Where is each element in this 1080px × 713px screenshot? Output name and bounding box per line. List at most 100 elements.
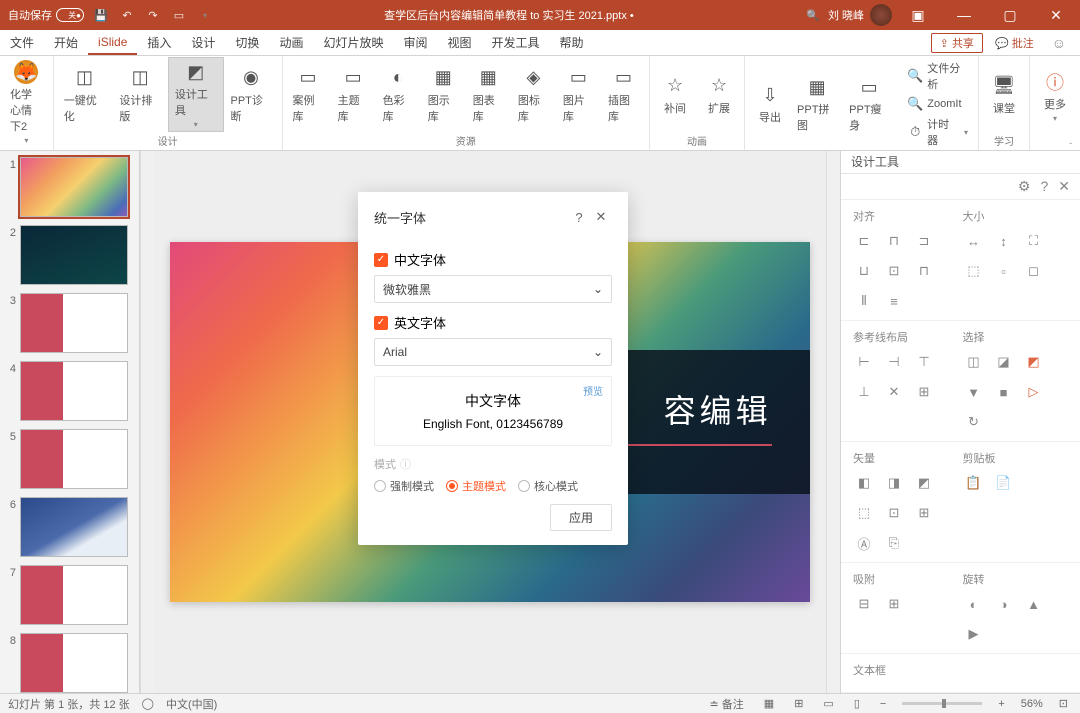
size-w-icon[interactable]: ↔ [963, 230, 985, 252]
cn-font-combo[interactable]: 微软雅黑⌄ [374, 275, 612, 303]
slideshow-icon[interactable]: ▭ [170, 6, 188, 24]
slide-thumb-8[interactable] [20, 633, 128, 693]
align-left-icon[interactable]: ⊏ [853, 230, 875, 252]
minimize-icon[interactable]: — [944, 0, 984, 30]
主题库-button[interactable]: ▭主题库 [332, 64, 375, 126]
close-panel-icon[interactable]: ✕ [1058, 178, 1070, 195]
sel-1-icon[interactable]: ◫ [963, 351, 985, 373]
案例库-button[interactable]: ▭案例库 [287, 64, 330, 126]
dialog-close-icon[interactable]: ✕ [590, 206, 612, 228]
tab-设计[interactable]: 设计 [181, 30, 225, 55]
cn-font-checkbox-row[interactable]: ✓ 中文字体 [374, 250, 612, 269]
guide-1-icon[interactable]: ⊢ [853, 351, 875, 373]
tab-开发工具[interactable]: 开发工具 [482, 30, 550, 55]
tab-切换[interactable]: 切换 [225, 30, 269, 55]
dist-h-icon[interactable]: ⦀ [853, 290, 875, 312]
save-icon[interactable]: 💾 [92, 6, 110, 24]
redo-icon[interactable]: ↷ [144, 6, 162, 24]
计时器-button[interactable]: ⏱计时器 ▾ [901, 114, 974, 150]
ribbon-mode-icon[interactable]: ▣ [898, 0, 938, 30]
图标库-button[interactable]: ◈图标库 [512, 64, 555, 126]
guide-2-icon[interactable]: ⊣ [883, 351, 905, 373]
tab-审阅[interactable]: 审阅 [393, 30, 437, 55]
feedback-icon[interactable]: ☺ [1046, 35, 1072, 51]
tab-开始[interactable]: 开始 [44, 30, 88, 55]
align-right-icon[interactable]: ⊐ [913, 230, 935, 252]
size-h-icon[interactable]: ↕ [993, 230, 1015, 252]
tab-文件[interactable]: 文件 [0, 30, 44, 55]
sel-3-icon[interactable]: ◩ [1023, 351, 1045, 373]
vec-3-icon[interactable]: ◩ [913, 472, 935, 494]
色彩库-button[interactable]: ◐色彩库 [377, 64, 420, 126]
align-middle-icon[interactable]: ⊡ [883, 260, 905, 282]
图示库-button[interactable]: ▦图示库 [422, 64, 465, 126]
guide-5-icon[interactable]: ✕ [883, 381, 905, 403]
slide-thumb-4[interactable] [20, 361, 128, 421]
thumbnail-panel[interactable]: 123456789 [0, 151, 140, 693]
sorter-view-icon[interactable]: ⊞ [790, 697, 807, 710]
vec-2-icon[interactable]: ◨ [883, 472, 905, 494]
vec-8-icon[interactable]: ⎘ [883, 532, 905, 554]
slideshow-view-icon[interactable]: ▯ [850, 697, 864, 710]
tab-视图[interactable]: 视图 [437, 30, 481, 55]
设计工具-button[interactable]: ◩设计工具▾ [168, 57, 224, 132]
dist-v-icon[interactable]: ≡ [883, 290, 905, 312]
图片库-button[interactable]: ▭图片库 [557, 64, 600, 126]
rot-1-icon[interactable]: ◐ [963, 593, 985, 615]
more-button[interactable]: ⓘ更多▾ [1034, 68, 1076, 125]
reading-view-icon[interactable]: ▭ [819, 697, 837, 710]
guide-4-icon[interactable]: ⊥ [853, 381, 875, 403]
rot-4-icon[interactable]: ▶ [963, 623, 985, 645]
slide-thumb-2[interactable] [20, 225, 128, 285]
settings-icon[interactable]: ⚙ [1018, 178, 1031, 195]
PPT拼图-button[interactable]: ▦PPT拼图 [791, 73, 843, 135]
图表库-button[interactable]: ▦图表库 [467, 64, 510, 126]
align-center-icon[interactable]: ⊓ [883, 230, 905, 252]
slide-thumb-6[interactable] [20, 497, 128, 557]
size-fit-icon[interactable]: ◻ [1023, 260, 1045, 282]
rot-2-icon[interactable]: ◑ [993, 593, 1015, 615]
search-icon[interactable]: 🔍 [804, 6, 822, 24]
tab-帮助[interactable]: 帮助 [550, 30, 594, 55]
mode-radio-1[interactable]: 主题模式 [446, 478, 506, 494]
tab-动画[interactable]: 动画 [269, 30, 313, 55]
slide-thumb-1[interactable] [20, 157, 128, 217]
扩展-button[interactable]: ☆扩展 [698, 72, 740, 118]
guide-3-icon[interactable]: ⊤ [913, 351, 935, 373]
设计排版-button[interactable]: ◫设计排版 [113, 64, 167, 126]
vec-6-icon[interactable]: ⊞ [913, 502, 935, 524]
文件分析-button[interactable]: 🔍文件分析 [901, 58, 974, 94]
ZoomIt-button[interactable]: 🔍ZoomIt [901, 94, 974, 114]
notes-button[interactable]: ≐ 备注 [706, 696, 748, 712]
mode-radio-0[interactable]: 强制模式 [374, 478, 434, 494]
zoom-in-icon[interactable]: + [994, 698, 1008, 710]
PPT瘦身-button[interactable]: ▭PPT瘦身 [843, 73, 895, 135]
slide-thumb-3[interactable] [20, 293, 128, 353]
qat-more-icon[interactable]: ▾ [196, 6, 214, 24]
maximize-icon[interactable]: ▢ [990, 0, 1030, 30]
sel-4-icon[interactable]: ▼ [963, 381, 985, 403]
size-both-icon[interactable]: ⛶ [1023, 230, 1045, 252]
autosave-toggle[interactable]: 关● [56, 8, 84, 22]
vec-4-icon[interactable]: ⬚ [853, 502, 875, 524]
normal-view-icon[interactable]: ▦ [760, 697, 778, 710]
slide-thumb-7[interactable] [20, 565, 128, 625]
size-dec-icon[interactable]: ▫ [993, 260, 1015, 282]
插图库-button[interactable]: ▭插图库 [602, 64, 645, 126]
thumb-scrollbar[interactable] [140, 151, 154, 693]
sel-5-icon[interactable]: ■ [993, 381, 1015, 403]
help-icon[interactable]: ? [1040, 178, 1048, 194]
size-inc-icon[interactable]: ⬚ [963, 260, 985, 282]
language-label[interactable]: 中文(中国) [166, 696, 217, 712]
tab-幻灯片放映[interactable]: 幻灯片放映 [313, 30, 393, 55]
sel-7-icon[interactable]: ↻ [963, 411, 985, 433]
rot-3-icon[interactable]: ▲ [1023, 593, 1045, 615]
导出-button[interactable]: ⇩导出 [749, 73, 791, 135]
close-icon[interactable]: ✕ [1036, 0, 1076, 30]
clip-2-icon[interactable]: 📄 [993, 472, 1015, 494]
一键优化-button[interactable]: ◫一键优化 [58, 64, 112, 126]
account-button[interactable]: 🦊化学心情下2▾ [4, 58, 49, 147]
fit-window-icon[interactable]: ⊡ [1055, 697, 1072, 710]
slide-thumb-5[interactable] [20, 429, 128, 489]
clip-1-icon[interactable]: 📋 [963, 472, 985, 494]
